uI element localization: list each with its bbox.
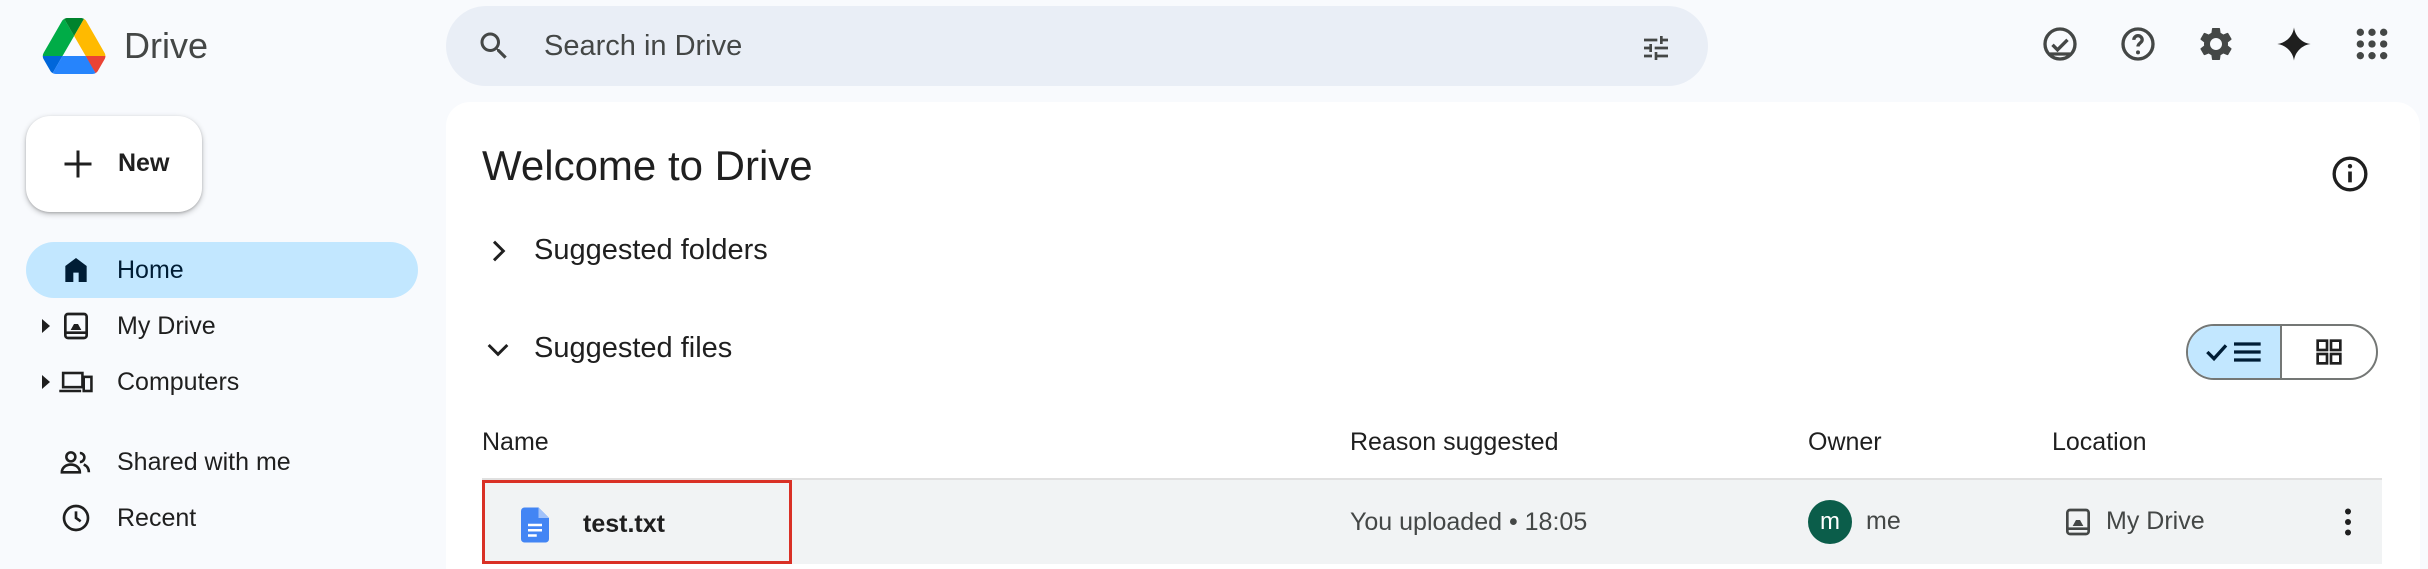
new-button-label: New bbox=[118, 149, 170, 177]
header-actions bbox=[2036, 20, 2426, 68]
check-list-icon bbox=[2206, 342, 2261, 362]
file-location[interactable]: My Drive bbox=[2106, 507, 2205, 536]
column-header-reason: Reason suggested bbox=[1350, 428, 1559, 456]
search-bar[interactable] bbox=[446, 6, 1708, 86]
list-view-button[interactable] bbox=[2188, 326, 2283, 378]
sidebar-item-label: Shared with me bbox=[117, 448, 291, 476]
more-vert-icon[interactable] bbox=[2330, 504, 2366, 540]
table-header: Name Reason suggested Owner Location bbox=[482, 416, 2382, 480]
sidebar-item-computers[interactable]: Computers bbox=[26, 354, 418, 410]
gemini-sparkle-icon bbox=[2277, 27, 2311, 61]
drive-logo[interactable]: Drive bbox=[42, 18, 208, 74]
settings-button[interactable] bbox=[2192, 20, 2240, 68]
sidebar-item-my-drive[interactable]: My Drive bbox=[26, 298, 418, 354]
suggested-files-label: Suggested files bbox=[534, 332, 733, 364]
apps-button[interactable] bbox=[2348, 20, 2396, 68]
owner-name: me bbox=[1866, 507, 1901, 535]
gemini-button[interactable] bbox=[2270, 20, 2318, 68]
sidebar-item-label: Home bbox=[117, 256, 184, 284]
suggested-folders-toggle[interactable]: Suggested folders bbox=[482, 234, 768, 267]
new-button[interactable]: New bbox=[26, 116, 202, 212]
drive-logo-icon bbox=[42, 18, 106, 74]
app-name: Drive bbox=[124, 25, 209, 66]
column-header-location: Location bbox=[2052, 428, 2147, 456]
table-row[interactable]: test.txt You uploaded • 18:05 m me My Dr… bbox=[482, 480, 2382, 564]
search-input[interactable] bbox=[544, 22, 1544, 70]
sidebar-item-home[interactable]: Home bbox=[26, 242, 418, 298]
search-icon[interactable] bbox=[476, 28, 512, 64]
sidebar-nav: Home My Drive Computers Shared with me R… bbox=[26, 242, 418, 546]
ready-for-offline-button[interactable] bbox=[2036, 20, 2084, 68]
clock-icon bbox=[62, 504, 90, 532]
sidebar-item-label: My Drive bbox=[117, 312, 216, 340]
expand-caret-icon[interactable] bbox=[42, 375, 50, 389]
page-title: Welcome to Drive bbox=[482, 142, 813, 189]
settings-icon bbox=[2200, 27, 2232, 60]
chevron-right-icon bbox=[492, 240, 506, 261]
expand-caret-icon[interactable] bbox=[42, 319, 50, 333]
text-file-icon bbox=[521, 507, 549, 543]
ready-for-offline-icon bbox=[2043, 27, 2077, 61]
column-header-name[interactable]: Name bbox=[482, 428, 549, 457]
sidebar-item-label: Recent bbox=[117, 504, 197, 532]
my-drive-icon bbox=[2066, 508, 2090, 536]
sidebar-item-recent[interactable]: Recent bbox=[26, 490, 418, 546]
grid-view-icon bbox=[2316, 339, 2342, 365]
shared-icon bbox=[60, 451, 91, 474]
apps-grid-icon bbox=[2356, 28, 2388, 60]
main-content: Welcome to Drive Suggested folders Sugge… bbox=[446, 102, 2420, 569]
suggested-folders-label: Suggested folders bbox=[534, 234, 768, 266]
column-header-owner: Owner bbox=[1808, 428, 1882, 456]
home-icon bbox=[65, 258, 87, 282]
view-toggle bbox=[2186, 324, 2378, 380]
info-icon[interactable] bbox=[2330, 154, 2370, 194]
plus-icon bbox=[64, 150, 92, 178]
search-options-icon[interactable] bbox=[1638, 32, 1674, 64]
sidebar-item-label: Computers bbox=[117, 368, 240, 396]
grid-view-button[interactable] bbox=[2282, 326, 2376, 378]
suggested-files-toggle[interactable]: Suggested files bbox=[482, 332, 732, 365]
file-highlight[interactable]: test.txt bbox=[482, 480, 792, 564]
sidebar-item-shared-with-me[interactable]: Shared with me bbox=[26, 434, 418, 490]
computers-icon bbox=[59, 371, 93, 393]
chevron-down-icon bbox=[487, 343, 509, 356]
my-drive-icon bbox=[64, 312, 88, 340]
help-button[interactable] bbox=[2114, 20, 2162, 68]
help-icon bbox=[2121, 27, 2155, 61]
drive-app: Drive New Home bbox=[0, 0, 2428, 569]
avatar: m bbox=[1808, 500, 1852, 544]
file-name[interactable]: test.txt bbox=[583, 510, 665, 539]
reason-suggested: You uploaded • 18:05 bbox=[1350, 508, 1588, 536]
